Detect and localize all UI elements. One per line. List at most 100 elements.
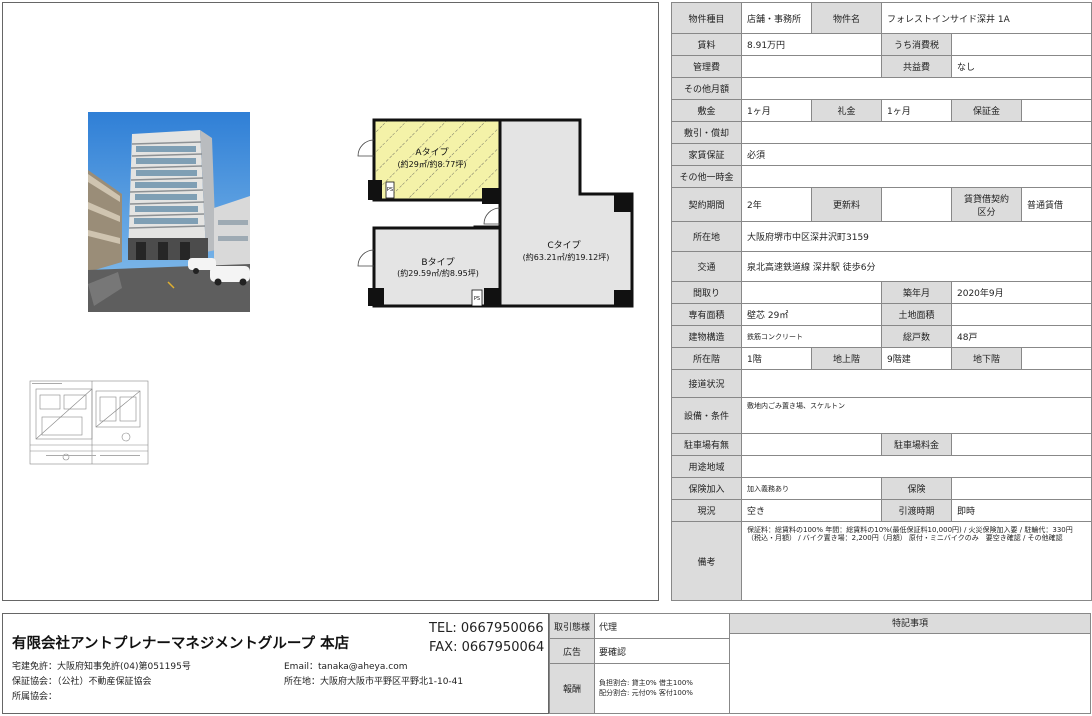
- label-hikiwatashi: 引渡時期: [881, 499, 952, 522]
- label-tochi-menseki: 土地面積: [881, 303, 952, 326]
- label-bukken-shumoku: 物件種目: [671, 2, 742, 34]
- floor-plan: PS Aタイプ (約29㎡/約8.77坪) MB Cタイプ (約63.21㎡/約…: [357, 118, 634, 308]
- value-yoto-chiiki: [740, 455, 1092, 478]
- label-sonota-ichijikin: その他一時金: [671, 165, 742, 188]
- unit-c-name: Cタイプ: [547, 240, 580, 251]
- value-setsubi: 敷地内ごみ置き場、スケルトン: [740, 397, 1092, 434]
- label-bukken-mei: 物件名: [811, 2, 882, 34]
- special-notes-title: 特記事項: [730, 614, 1090, 634]
- building-photo: [88, 112, 250, 312]
- transaction-table: 取引態様 代理 広告 要確認 報酬 負担割合: 貸主0% 借主100% 配分割合:…: [549, 613, 730, 714]
- label-chikakai: 地下階: [951, 347, 1022, 370]
- value-tatemono-kozo: 鉄筋コンクリート: [741, 325, 882, 348]
- label-chinryo: 賃料: [671, 33, 742, 56]
- value-chushajo: [741, 433, 882, 456]
- label-senyu-menseki: 専有面積: [671, 303, 742, 326]
- label-shikibiki: 敷引・償却: [671, 121, 742, 144]
- company-tel: TEL: 0667950066: [429, 621, 544, 636]
- label-yoto-chiiki: 用途地域: [671, 455, 742, 478]
- label-sokosu: 総戸数: [881, 325, 952, 348]
- label-chikunengetsu: 築年月: [881, 281, 952, 304]
- value-genkyo: 空き: [741, 499, 882, 522]
- label-keiyaku-kubun: 賃貸借契約 区分: [951, 187, 1022, 222]
- label-tatemono-kozo: 建物構造: [671, 325, 742, 348]
- value-kanrihi: [741, 55, 882, 78]
- label-setsudo: 接道状況: [671, 369, 742, 398]
- value-biko: 保証料：総賃料の100% 年間：総賃料の10%(最低保証料10,000円) / …: [740, 521, 1092, 601]
- value-shozaikai: 1階: [741, 347, 812, 370]
- label-shozaichi: 所在地: [671, 221, 742, 252]
- ps-label-b: PS: [474, 296, 480, 302]
- unit-a-area: (約29㎡/約8.77坪): [398, 159, 467, 169]
- unit-b-name: Bタイプ: [421, 257, 454, 268]
- value-yachin-hosho: 必須: [740, 143, 1092, 166]
- license-number: 宅建免許：大阪府知事免許(04)第051195号: [12, 662, 191, 672]
- value-chinryo: 8.91万円: [741, 33, 882, 56]
- label-shozaikai: 所在階: [671, 347, 742, 370]
- value-chikakai: [1020, 347, 1092, 370]
- label-hoken-kanyu: 保険加入: [671, 477, 742, 500]
- guarantee-association: 保証協会：（公社）不動産保証協会: [12, 677, 152, 687]
- value-shikikin: 1ヶ月: [741, 99, 812, 122]
- value-bukken-mei: フォレストインサイド深井 1A: [880, 2, 1092, 34]
- value-sonota-getsugaku: [740, 77, 1092, 100]
- value-kokoku: 要確認: [594, 638, 730, 664]
- label-genkyo: 現況: [671, 499, 742, 522]
- unit-b-area: (約29.59㎡/約8.95坪): [397, 268, 479, 278]
- value-hoshu: 負担割合: 貸主0% 借主100% 配分割合: 元付0% 客付100%: [594, 663, 730, 714]
- label-yachin-hosho: 家賃保証: [671, 143, 742, 166]
- value-chijokai: 9階建: [881, 347, 952, 370]
- value-keiyaku-kubun: 普通賃借: [1020, 187, 1092, 222]
- label-sonota-getsugaku: その他月額: [671, 77, 742, 100]
- value-bukken-shumoku: 店舗・事務所: [741, 2, 812, 34]
- company-address: 所在地：大阪府大阪市平野区平野北1-10-41: [284, 677, 464, 687]
- label-kotsu: 交通: [671, 251, 742, 282]
- unit-a: PS Aタイプ (約29㎡/約8.77坪): [357, 118, 502, 204]
- label-shikikin: 敷金: [671, 99, 742, 122]
- label-chijokai: 地上階: [811, 347, 882, 370]
- label-reikin: 礼金: [811, 99, 882, 122]
- value-hoken: [950, 477, 1092, 500]
- company-email: Email：tanaka@aheya.com: [284, 662, 408, 672]
- value-chushajo-ryokin: [950, 433, 1092, 456]
- value-keiyaku-kikan: 2年: [741, 187, 812, 222]
- value-koshinryo: [881, 187, 952, 222]
- label-setsubi: 設備・条件: [671, 397, 742, 434]
- value-kotsu: 泉北高速鉄道線 深井駅 徒歩6分: [740, 251, 1092, 282]
- value-torihiki: 代理: [594, 613, 730, 639]
- label-hoshu: 報酬: [549, 663, 595, 714]
- value-shozaichi: 大阪府堺市中区深井沢町3159: [740, 221, 1092, 252]
- special-notes: 特記事項: [729, 613, 1091, 714]
- member-association: 所属協会：: [12, 692, 58, 702]
- label-biko: 備考: [671, 521, 742, 601]
- ps-label-a: PS: [387, 187, 393, 193]
- value-madori: [741, 281, 882, 304]
- value-senyu-menseki: 壁芯 29㎡: [741, 303, 882, 326]
- label-chushajo: 駐車場有無: [671, 433, 742, 456]
- value-sokosu: 48戸: [950, 325, 1092, 348]
- value-chikunengetsu: 2020年9月: [950, 281, 1092, 304]
- label-kanrihi: 管理費: [671, 55, 742, 78]
- value-tochi-menseki: [950, 303, 1092, 326]
- value-hoshokin: [1020, 99, 1092, 122]
- label-uchi-shohizei: うち消費税: [881, 33, 952, 56]
- unit-b: PS Bタイプ (約29.59㎡/約8.95坪): [357, 226, 502, 308]
- label-hoshokin: 保証金: [951, 99, 1022, 122]
- label-koshinryo: 更新料: [811, 187, 882, 222]
- value-shikibiki: [740, 121, 1092, 144]
- value-reikin: 1ヶ月: [881, 99, 952, 122]
- value-setsudo: [740, 369, 1092, 398]
- label-kokoku: 広告: [549, 638, 595, 664]
- unit-c-area: (約63.21㎡/約19.12坪): [523, 252, 610, 262]
- value-hoken-kanyu: 加入義務あり: [741, 477, 882, 500]
- company-name: 有限会社アントプレナーマネジメントグループ 本店: [12, 636, 350, 652]
- label-kyoekihi: 共益費: [881, 55, 952, 78]
- company-fax: FAX: 0667950064: [429, 640, 545, 655]
- label-torihiki: 取引態様: [549, 613, 595, 639]
- property-spec-table: 物件種目 店舗・事務所 物件名 フォレストインサイド深井 1A 賃料 8.91万…: [671, 2, 1092, 601]
- site-plan-thumbnail: [26, 377, 152, 468]
- unit-a-name: Aタイプ: [415, 147, 448, 158]
- value-hikiwatashi: 即時: [950, 499, 1092, 522]
- label-hoken: 保険: [881, 477, 952, 500]
- label-keiyaku-kikan: 契約期間: [671, 187, 742, 222]
